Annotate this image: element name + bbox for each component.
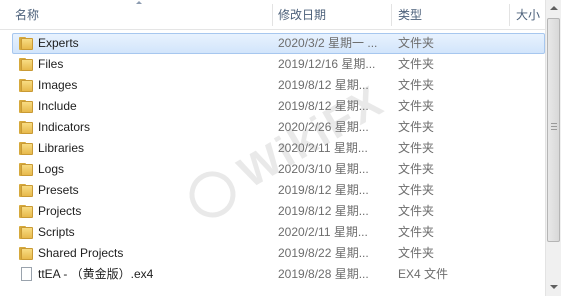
file-row[interactable]: Projects 2019/8/12 星期... 文件夹	[0, 201, 545, 222]
date-modified: 2019/8/28 星期...	[278, 267, 369, 281]
date-modified: 2019/12/16 星期...	[278, 57, 376, 71]
file-type: 文件夹	[398, 57, 435, 71]
file-row[interactable]: Images 2019/8/12 星期... 文件夹	[0, 75, 545, 96]
file-name: Images	[38, 78, 78, 92]
folder-icon	[19, 58, 33, 71]
file-type: 文件夹	[398, 99, 435, 113]
column-header-date-modified[interactable]: 修改日期	[278, 0, 390, 30]
folder-icon	[19, 226, 33, 239]
arrow-down-icon	[550, 285, 558, 289]
file-row[interactable]: Indicators 2020/2/26 星期... 文件夹	[0, 117, 545, 138]
column-divider[interactable]	[509, 4, 510, 26]
date-modified: 2019/8/12 星期...	[278, 78, 369, 92]
file-type: EX4 文件	[398, 267, 449, 281]
folder-icon	[19, 163, 33, 176]
file-name: Include	[38, 99, 77, 113]
file-type: 文件夹	[398, 246, 435, 260]
file-name: Presets	[38, 183, 79, 197]
folder-icon	[19, 121, 33, 134]
arrow-up-icon	[550, 6, 558, 10]
file-row[interactable]: Files 2019/12/16 星期... 文件夹	[0, 54, 545, 75]
scroll-up-button[interactable]	[546, 0, 561, 17]
folder-icon	[19, 247, 33, 260]
column-divider[interactable]	[391, 4, 392, 26]
vertical-scrollbar[interactable]	[545, 0, 561, 296]
file-name: Libraries	[38, 141, 85, 155]
file-name: Indicators	[38, 120, 91, 134]
folder-icon	[19, 184, 33, 197]
file-row[interactable]: Libraries 2020/2/11 星期... 文件夹	[0, 138, 545, 159]
date-modified: 2019/8/22 星期...	[278, 246, 369, 260]
file-type: 文件夹	[398, 36, 435, 50]
file-type: 文件夹	[398, 183, 435, 197]
file-icon	[21, 267, 32, 281]
file-name: ttEA - （黄金版）.ex4	[38, 267, 154, 281]
file-row[interactable]: Scripts 2020/2/11 星期... 文件夹	[0, 222, 545, 243]
folder-icon	[19, 142, 33, 155]
file-name: Experts	[38, 36, 79, 50]
file-type: 文件夹	[398, 141, 435, 155]
scrollbar-thumb[interactable]	[547, 18, 560, 242]
grip-line	[551, 126, 557, 127]
file-row[interactable]: Experts 2020/3/2 星期一 ... 文件夹	[0, 33, 545, 54]
file-name: Scripts	[38, 225, 75, 239]
date-modified: 2020/2/11 星期...	[278, 141, 368, 155]
file-row[interactable]: Shared Projects 2019/8/22 星期... 文件夹	[0, 243, 545, 264]
file-type: 文件夹	[398, 120, 435, 134]
file-type: 文件夹	[398, 204, 435, 218]
file-list: Experts 2020/3/2 星期一 ... 文件夹 Files 2019/12/1…	[0, 33, 545, 285]
column-divider[interactable]	[272, 4, 273, 26]
file-type: 文件夹	[398, 162, 435, 176]
file-name: Files	[38, 57, 64, 71]
column-header-bar: 名称 修改日期 类型 大小	[0, 0, 545, 30]
grip-line	[551, 129, 557, 130]
date-modified: 2020/3/10 星期...	[278, 162, 369, 176]
file-type: 文件夹	[398, 78, 435, 92]
grip-line	[551, 123, 557, 124]
file-row[interactable]: Include 2019/8/12 星期... 文件夹	[0, 96, 545, 117]
folder-icon	[19, 37, 33, 50]
file-row[interactable]: ttEA - （黄金版）.ex4 2019/8/28 星期... EX4 文件	[0, 264, 545, 285]
file-name: Shared Projects	[38, 246, 124, 260]
column-header-type[interactable]: 类型	[398, 0, 508, 30]
date-modified: 2020/2/11 星期...	[278, 225, 368, 239]
folder-icon	[19, 79, 33, 92]
date-modified: 2019/8/12 星期...	[278, 204, 369, 218]
folder-icon	[19, 100, 33, 113]
file-name: Projects	[38, 204, 82, 218]
file-name: Logs	[38, 162, 65, 176]
date-modified: 2019/8/12 星期...	[278, 183, 369, 197]
file-type: 文件夹	[398, 225, 435, 239]
date-modified: 2019/8/12 星期...	[278, 99, 369, 113]
file-row[interactable]: Logs 2020/3/10 星期... 文件夹	[0, 159, 545, 180]
column-header-name[interactable]: 名称	[15, 0, 271, 30]
folder-icon	[19, 205, 33, 218]
date-modified: 2020/2/26 星期...	[278, 120, 369, 134]
scroll-down-button[interactable]	[546, 279, 561, 296]
date-modified: 2020/3/2 星期一 ...	[278, 36, 378, 50]
file-row[interactable]: Presets 2019/8/12 星期... 文件夹	[0, 180, 545, 201]
